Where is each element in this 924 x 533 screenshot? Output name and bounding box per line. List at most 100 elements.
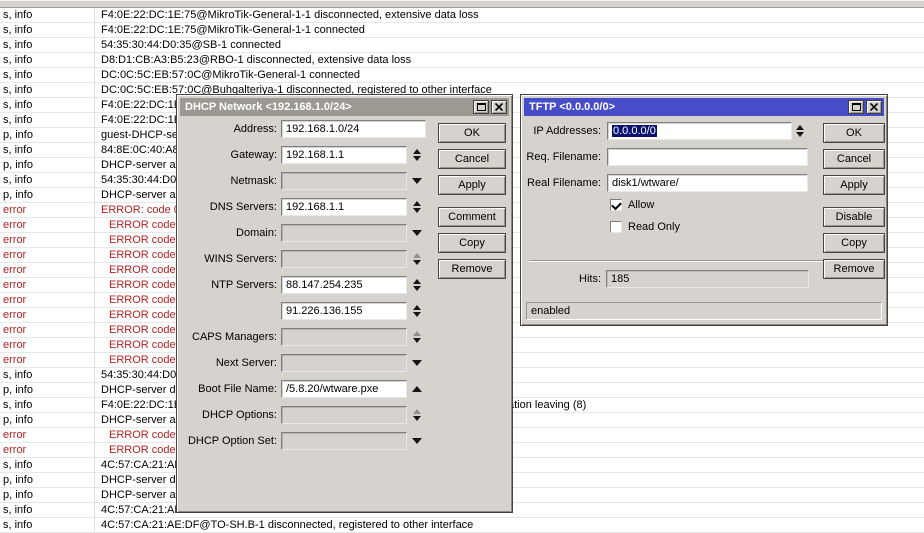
log-cell-message: ERROR code: [95,429,179,441]
log-cell-topics: s, info [0,459,95,471]
log-cell-message: DHCP-server ass [95,489,187,501]
req-filename-label: Req. Filename: [525,148,601,166]
log-cell-topics: error [0,249,95,261]
log-cell-message: 4C:57:CA:21:AE: [95,459,185,471]
read-only-checkbox-row: Read Only [610,220,680,233]
apply-button[interactable]: Apply [823,175,885,195]
log-cell-topics: s, info [0,69,95,81]
dns-servers-value: 192.168.1.1 [286,201,344,213]
ip-addresses-field[interactable]: 0.0.0.0/0 [607,122,792,140]
netmask-label: Netmask: [181,172,277,190]
log-cell-topics: p, info [0,474,95,486]
dhcp-dialog-titlebar[interactable]: DHCP Network <192.168.1.0/24> [180,98,509,116]
ntp-servers-2-spinner[interactable] [410,302,424,320]
log-cell-topics: error [0,234,95,246]
copy-button[interactable]: Copy [438,233,506,253]
real-filename-field[interactable]: disk1/wtware/ [607,174,808,192]
log-cell-message: ERROR code: [95,294,179,306]
log-cell-message: DHCP-server ass [95,159,187,171]
dns-servers-spinner[interactable] [410,198,424,216]
chevron-down-icon [412,178,422,184]
log-row[interactable]: s, info54:35:30:44:D0:35@SB-1 connected [0,38,924,53]
log-cell-message: D8:D1:CB:A3:B5:23@RBO-1 disconnected, ex… [95,54,411,66]
ntp-servers-2-field[interactable]: 91.226.136.155 [281,302,407,320]
dns-servers-field[interactable]: 192.168.1.1 [281,198,407,216]
close-button[interactable] [866,100,882,114]
log-cell-topics: s, info [0,54,95,66]
log-column-header[interactable] [0,0,924,8]
address-field[interactable]: 192.168.1.0/24 [281,120,426,138]
log-row[interactable]: s, infoDC:0C:5C:EB:57:0C@MikroTik-Genera… [0,68,924,83]
log-cell-topics: p, info [0,414,95,426]
copy-button[interactable]: Copy [823,233,885,253]
domain-dropdown-button[interactable] [410,224,424,242]
next-server-label: Next Server: [181,354,277,372]
log-cell-topics: error [0,444,95,456]
status-bar: enabled [526,302,882,320]
apply-button[interactable]: Apply [438,175,506,195]
log-cell-message: ERROR code: [95,234,179,246]
down-arrow-icon [413,208,421,213]
chevron-down-icon [412,360,422,366]
log-cell-topics: s, info [0,369,95,381]
cancel-button[interactable]: Cancel [438,149,506,169]
log-cell-message: ERROR code: [95,354,179,366]
boot-file-name-spinner[interactable] [410,380,424,398]
log-cell-topics: p, info [0,384,95,396]
remove-button[interactable]: Remove [438,259,506,279]
close-icon [495,103,503,111]
log-row[interactable]: s, infoF4:0E:22:DC:1E:75@MikroTik-Genera… [0,23,924,38]
log-cell-message: ERROR code: [95,309,179,321]
log-cell-topics: p, info [0,129,95,141]
down-arrow-icon [413,312,421,317]
address-value: 192.168.1.0/24 [286,123,359,135]
log-cell-topics: s, info [0,9,95,21]
req-filename-field[interactable] [607,148,808,166]
read-only-checkbox[interactable] [610,221,622,233]
cancel-button[interactable]: Cancel [823,149,885,169]
close-button[interactable] [491,100,507,114]
disable-button[interactable]: Disable [823,207,885,227]
ok-button[interactable]: OK [438,123,506,143]
maximize-button[interactable] [473,100,489,114]
tftp-dialog-titlebar[interactable]: TFTP <0.0.0.0/0> [524,98,884,116]
next-server-dropdown-button[interactable] [410,354,424,372]
up-arrow-icon [413,409,421,414]
log-cell-message: ERROR code: [95,339,179,351]
dhcp-options-field [281,406,407,424]
dhcp-options-spinner[interactable] [410,406,424,424]
ntp-servers-label: NTP Servers: [181,276,277,294]
log-cell-message: ERROR code: [95,249,179,261]
log-cell-message: guest-DHCP-serv [95,129,187,141]
log-cell-topics: error [0,264,95,276]
allow-checkbox-row: Allow [610,198,654,211]
wins-servers-spinner[interactable] [410,250,424,268]
log-row[interactable]: s, infoF4:0E:22:DC:1E:75@MikroTik-Genera… [0,8,924,23]
remove-button[interactable]: Remove [823,259,885,279]
gateway-field[interactable]: 192.168.1.1 [281,146,407,164]
dhcp-options-label: DHCP Options: [181,406,277,424]
gateway-spinner[interactable] [410,146,424,164]
caps-managers-spinner[interactable] [410,328,424,346]
ip-addresses-spinner[interactable] [793,122,807,140]
gateway-label: Gateway: [181,146,277,164]
log-cell-message: DHCP-server ass [95,189,187,201]
boot-file-name-value: /5.8.20/wtware.pxe [286,383,378,395]
comment-button[interactable]: Comment [438,207,506,227]
allow-checkbox[interactable] [610,199,622,211]
log-cell-topics: s, info [0,399,95,411]
log-cell-topics: p, info [0,489,95,501]
boot-file-name-field[interactable]: /5.8.20/wtware.pxe [281,380,407,398]
tftp-dialog: TFTP <0.0.0.0/0> Hits: 185 enabled IP Ad… [520,94,888,326]
log-cell-message: DHCP-server dea [95,474,188,486]
maximize-icon [477,103,486,111]
netmask-dropdown-button[interactable] [410,172,424,190]
ntp-servers-spinner[interactable] [410,276,424,294]
dhcp-option-set-dropdown-button[interactable] [410,432,424,450]
ntp-servers-field[interactable]: 88.147.254.235 [281,276,407,294]
dhcp-option-set-label: DHCP Option Set: [181,432,277,450]
ok-button[interactable]: OK [823,123,885,143]
maximize-button[interactable] [848,100,864,114]
log-row[interactable]: s, infoD8:D1:CB:A3:B5:23@RBO-1 disconnec… [0,53,924,68]
log-cell-topics: error [0,324,95,336]
